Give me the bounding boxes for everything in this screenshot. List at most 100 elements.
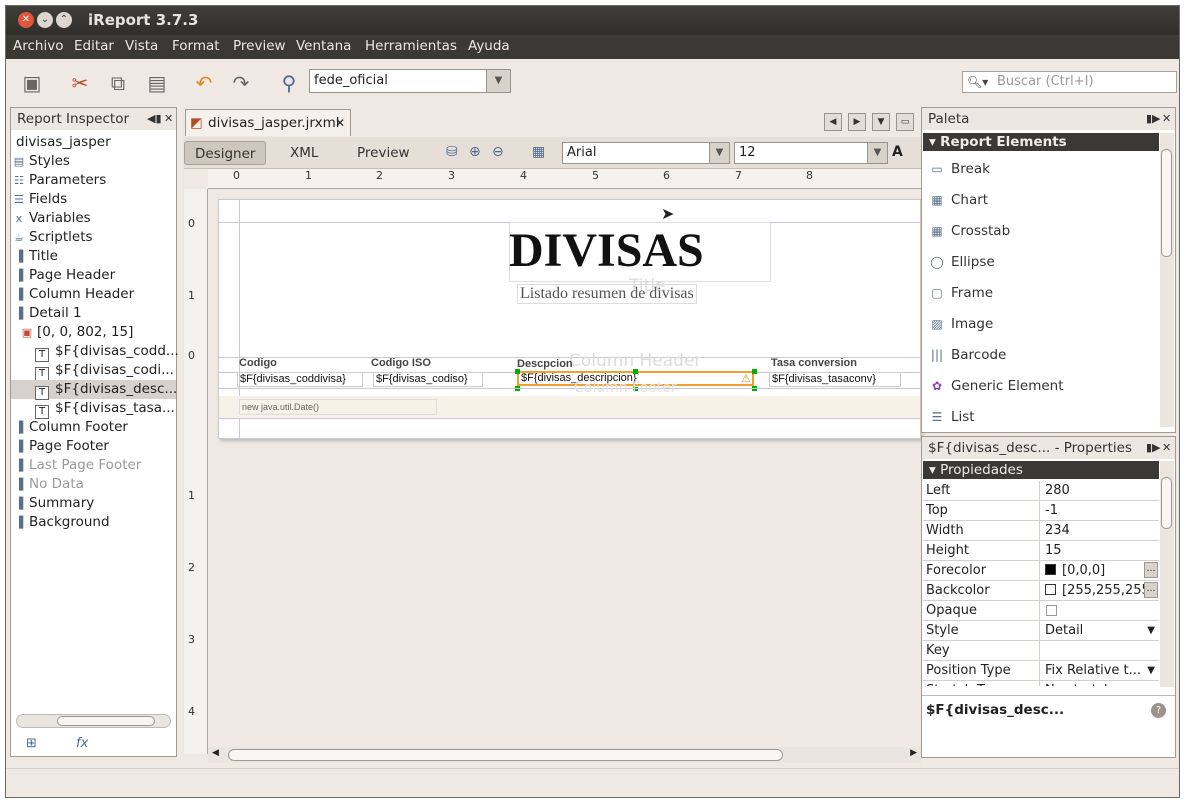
palette-item[interactable]: ▨ Image: [929, 311, 993, 337]
tree-item[interactable]: ▐ Column Footer: [13, 418, 128, 437]
header-descripcion[interactable]: Descpcion: [517, 358, 573, 370]
properties-icon[interactable]: ▦: [532, 144, 545, 160]
menu-herramientas[interactable]: Herramientas: [365, 38, 457, 54]
palette-item[interactable]: ▭ Break: [929, 156, 990, 182]
font-size-select[interactable]: 12 ▼: [734, 142, 888, 164]
property-row[interactable]: Width 234: [923, 521, 1159, 541]
property-row[interactable]: Left 280: [923, 481, 1159, 501]
close-panel-icon[interactable]: ✕: [1162, 437, 1171, 459]
property-row[interactable]: Stretch TypeNo stretch ▼: [923, 681, 1159, 686]
datasource-icon[interactable]: ⚲: [276, 70, 302, 96]
tree-item[interactable]: ☕ Scriptlets: [13, 228, 92, 247]
property-value[interactable]: 280: [1043, 481, 1159, 500]
property-row[interactable]: Style Detail ▼: [923, 621, 1159, 641]
minimize-panel-icon[interactable]: ◀▮: [147, 108, 162, 130]
property-row[interactable]: Opaque: [923, 601, 1159, 621]
tree-item[interactable]: ▤ Styles: [13, 152, 70, 171]
maximize-editor-icon[interactable]: ▭: [896, 113, 914, 131]
header-codigo[interactable]: Codigo: [239, 357, 277, 369]
tree-item[interactable]: ▐ Page Header: [13, 266, 115, 285]
field-codiso[interactable]: $F{divisas_codiso}: [373, 372, 483, 387]
scroll-thumb[interactable]: [57, 716, 155, 726]
palette-item[interactable]: ||| Barcode: [929, 342, 1006, 368]
field-date-expression[interactable]: new java.util.Date(): [239, 399, 437, 415]
cut-icon[interactable]: ✂: [67, 70, 93, 96]
search-input[interactable]: 🔍︎▾ Buscar (Ctrl+I): [962, 71, 1177, 93]
close-tab-icon[interactable]: ✕: [335, 110, 345, 136]
menu-ventana[interactable]: Ventana: [296, 38, 351, 54]
ellipsis-button[interactable]: …: [1144, 582, 1158, 598]
tree-item[interactable]: ▐ Summary: [13, 494, 94, 513]
maximize-window-button[interactable]: ⌃: [56, 12, 72, 28]
close-panel-icon[interactable]: ✕: [164, 108, 173, 130]
design-canvas[interactable]: 0 1 2 3 4 5 6 7 8 0 1 0 1 2 3 4 DIVISAS …: [184, 169, 921, 764]
report-title[interactable]: DIVISAS: [509, 224, 704, 278]
save-icon[interactable]: ▣: [19, 70, 45, 96]
zoom-in-icon[interactable]: ⊕: [469, 144, 481, 160]
property-value[interactable]: [0,0,0]…: [1043, 561, 1159, 580]
resize-handle[interactable]: [515, 369, 520, 374]
canvas-hscrollbar[interactable]: ◀ ▶: [208, 747, 921, 763]
property-value[interactable]: No stretch ▼: [1043, 681, 1159, 686]
minimize-panel-icon[interactable]: ▮▶: [1146, 108, 1161, 130]
property-row[interactable]: Top -1: [923, 501, 1159, 521]
palette-vscrollbar[interactable]: [1160, 133, 1174, 427]
palette-item[interactable]: ▦ Crosstab: [929, 218, 1010, 244]
close-window-button[interactable]: ✕: [18, 12, 34, 28]
font-family-select[interactable]: Arial ▼: [562, 142, 730, 164]
tab-designer[interactable]: Designer: [184, 141, 267, 165]
report-elements-header[interactable]: ▾ Report Elements: [923, 133, 1159, 151]
propiedades-header[interactable]: ▾ Propiedades: [923, 461, 1159, 479]
property-row[interactable]: Backcolor [255,255,255]…: [923, 581, 1159, 601]
tree-item[interactable]: ▣ [0, 0, 802, 15]: [21, 323, 134, 342]
menu-format[interactable]: Format: [172, 38, 220, 54]
header-tasa-conversion[interactable]: Tasa conversion: [771, 357, 857, 369]
scroll-thumb[interactable]: [1161, 477, 1172, 529]
menu-editar[interactable]: Editar: [74, 38, 114, 54]
chevron-down-icon[interactable]: ▼: [1147, 661, 1155, 680]
property-row[interactable]: Position Type Fix Relative t... ▼: [923, 661, 1159, 681]
property-value[interactable]: [1043, 641, 1159, 660]
file-tab[interactable]: ◩ divisas_jasper.jrxml ✕: [185, 109, 351, 136]
close-panel-icon[interactable]: ✕: [1162, 108, 1171, 130]
palette-item[interactable]: ✿ Generic Element: [929, 373, 1064, 399]
minimize-window-button[interactable]: ⌄: [37, 12, 53, 28]
tree-item[interactable]: ▐ Last Page Footer: [13, 456, 142, 475]
tree-item[interactable]: ☷ Parameters: [13, 171, 106, 190]
palette-item[interactable]: ☰ List: [929, 404, 975, 430]
tree-item[interactable]: T $F{divisas_codi...: [35, 361, 174, 381]
menu-ayuda[interactable]: Ayuda: [468, 38, 510, 54]
paste-icon[interactable]: ▤: [144, 70, 170, 96]
minimize-panel-icon[interactable]: ▮▶: [1146, 437, 1161, 459]
palette-item[interactable]: ▢ Frame: [929, 280, 993, 306]
expression-icon[interactable]: fx: [76, 736, 88, 751]
tree-root[interactable]: divisas_jasper: [16, 133, 111, 152]
scroll-thumb[interactable]: [1161, 149, 1172, 257]
properties-vscrollbar[interactable]: [1160, 461, 1174, 687]
ellipsis-button[interactable]: …: [1144, 562, 1158, 578]
property-value[interactable]: Fix Relative t... ▼: [1043, 661, 1159, 680]
scroll-thumb[interactable]: [228, 749, 783, 761]
zoom-out-icon[interactable]: ⊖: [492, 144, 504, 160]
property-row[interactable]: Key: [923, 641, 1159, 661]
property-row[interactable]: Forecolor [0,0,0]…: [923, 561, 1159, 581]
tab-preview[interactable]: Preview: [347, 141, 420, 165]
scroll-left-icon[interactable]: ◀: [212, 748, 219, 758]
resize-handle[interactable]: [633, 369, 638, 374]
menu-archivo[interactable]: Archivo: [13, 38, 63, 54]
datasource-select[interactable]: fede_oficial ▼: [309, 69, 511, 93]
palette-item[interactable]: ▦ Chart: [929, 187, 988, 213]
copy-icon[interactable]: ⧉: [105, 70, 131, 96]
palette-item[interactable]: ◯ Ellipse: [929, 249, 994, 275]
field-tasaconv[interactable]: $F{divisas_tasaconv}: [769, 372, 901, 387]
tab-right-icon[interactable]: ▶: [848, 113, 866, 131]
help-icon[interactable]: ?: [1151, 703, 1166, 718]
tree-item[interactable]: ▐ Page Footer: [13, 437, 109, 456]
tree-item[interactable]: ▐ Background: [13, 513, 110, 532]
tree-item[interactable]: ▐ Detail 1: [13, 304, 82, 323]
chevron-down-icon[interactable]: ▼: [1147, 681, 1155, 686]
field-coddivisa[interactable]: $F{divisas_coddivisa}: [237, 372, 363, 387]
text-format-icon[interactable]: A: [892, 144, 903, 160]
chevron-down-icon[interactable]: ▼: [1147, 621, 1155, 640]
tab-xml[interactable]: XML: [280, 141, 328, 165]
